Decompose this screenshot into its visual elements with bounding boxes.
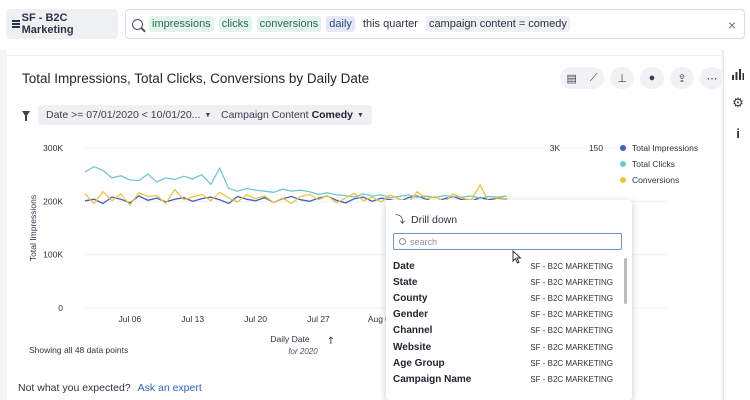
column-name: State	[393, 276, 418, 288]
filter-label: Campaign Content	[221, 109, 309, 121]
column-source: SF - B2C MARKETING	[530, 326, 613, 336]
search-token[interactable]: this quarter	[360, 16, 421, 32]
column-list: Date SF - B2C MARKETING State SF - B2C MARK…	[393, 258, 619, 388]
menu-icon	[12, 19, 20, 30]
data-source-label: SF - B2C Marketing	[21, 12, 74, 36]
column-name: Date	[393, 260, 415, 272]
more-icon[interactable]: ⋯	[700, 67, 724, 89]
conversions-axis-label: 150	[589, 143, 603, 153]
data-points-note: Showing all 48 data points	[29, 345, 128, 355]
search-token[interactable]: daily	[326, 16, 355, 32]
chart-icon[interactable]	[730, 66, 746, 82]
series-line-total-clicks	[84, 165, 508, 199]
drill-search[interactable]	[393, 233, 622, 250]
drill-search-input[interactable]	[410, 236, 610, 247]
column-source: SF - B2C MARKETING	[530, 277, 613, 287]
drill-arrow-icon: ⤵	[395, 215, 405, 226]
info-icon[interactable]: i	[730, 125, 746, 141]
clear-search-icon[interactable]: ×	[728, 17, 736, 33]
feedback-row: Not what you expected? Ask an expert	[18, 382, 202, 394]
right-rail: ⚙ i	[723, 50, 750, 400]
legend-marker	[620, 177, 626, 183]
column-option[interactable]: Date SF - B2C MARKETING	[393, 258, 619, 274]
column-name: Gender	[393, 309, 429, 321]
column-name: Website	[393, 341, 432, 353]
x-tick-label: Jul 27	[307, 314, 330, 324]
column-source: SF - B2C MARKETING	[530, 261, 613, 271]
gear-icon[interactable]: ⚙	[730, 95, 746, 111]
y-tick-label: 100K	[43, 250, 63, 260]
column-source: SF - B2C MARKETING	[530, 293, 613, 303]
column-name: Channel	[393, 325, 433, 337]
feedback-question: Not what you expected?	[18, 382, 131, 394]
drill-down-menu: ⤵Drill down DateSF - B2C MARKETINGStateS…	[386, 200, 632, 400]
sort-arrow-icon[interactable]: ↑	[327, 336, 335, 347]
search-token[interactable]: campaign content = comedy	[425, 16, 570, 32]
chart-title: Total Impressions, Total Clicks, Convers…	[22, 71, 370, 86]
search-token[interactable]: clicks	[218, 16, 252, 32]
column-option[interactable]: Channel SF - B2C MARKETING	[393, 323, 619, 339]
column-name: Age Group	[393, 357, 445, 369]
column-option[interactable]: Age Group SF - B2C MARKETING	[393, 355, 619, 371]
x-axis-subtitle: for 2020	[288, 347, 318, 356]
filter-label: Date >= 07/01/2020 < 10/01/20...	[46, 109, 201, 121]
column-option[interactable]: County SF - B2C MARKETING	[393, 290, 619, 306]
table-icon[interactable]: ▤	[566, 72, 576, 85]
column-option[interactable]: Campaign Name SF - B2C MARKETING	[393, 371, 619, 387]
share-icon[interactable]: ⇪	[670, 67, 694, 89]
line-chart-icon[interactable]: ⟋	[590, 72, 598, 85]
pin-icon[interactable]: ⊥	[610, 67, 634, 89]
column-source: SF - B2C MARKETING	[530, 358, 613, 368]
x-axis-title: Daily Date	[270, 334, 309, 344]
legend-marker	[620, 161, 626, 167]
scrollbar[interactable]	[624, 258, 627, 304]
search-input[interactable]: impressions clicks conversions daily thi…	[125, 9, 745, 39]
mouse-cursor-icon	[512, 250, 522, 264]
legend-label: Total Clicks	[632, 159, 675, 169]
x-tick-label: Jul 20	[244, 314, 267, 324]
column-option[interactable]: Gender SF - B2C MARKETING	[393, 307, 619, 323]
chevron-down-icon: ▼	[204, 111, 212, 119]
column-option[interactable]: State SF - B2C MARKETING	[393, 274, 619, 290]
lightbulb-icon[interactable]: ●	[640, 67, 664, 89]
column-source: SF - B2C MARKETING	[530, 310, 613, 320]
column-name: County	[393, 292, 428, 304]
drill-down-option[interactable]: ⤵ Drill down	[395, 211, 457, 226]
date-filter-chip[interactable]: Date >= 07/01/2020 < 10/01/20... ▼	[38, 105, 220, 125]
y-tick-label: 200K	[43, 196, 63, 206]
filter-value: Comedy	[311, 109, 353, 121]
legend-label: Conversions	[632, 175, 679, 185]
column-option[interactable]: Website SF - B2C MARKETING	[393, 339, 619, 355]
search-icon	[399, 238, 406, 245]
clicks-axis-label: 3K	[550, 143, 561, 153]
y-tick-label: 300K	[43, 143, 63, 153]
left-gutter	[0, 50, 7, 400]
legend-label: Total Impressions	[632, 143, 698, 153]
column-source: SF - B2C MARKETING	[530, 374, 613, 384]
search-token[interactable]: impressions	[149, 16, 214, 32]
y-tick-label: 0	[58, 303, 63, 313]
filter-icon	[22, 111, 30, 121]
chevron-down-icon: ▼	[357, 111, 364, 119]
column-name: Campaign Name	[393, 373, 472, 385]
top-search-bar: SF - B2C Marketing impressions clicks co…	[0, 0, 750, 50]
x-tick-label: Jul 13	[181, 314, 204, 324]
search-icon	[132, 18, 143, 30]
drill-down-label: Drill down	[411, 214, 458, 226]
search-token[interactable]: conversions	[256, 16, 322, 32]
view-toggle[interactable]: ▤ ⟋	[560, 67, 604, 89]
column-source: SF - B2C MARKETING	[530, 342, 613, 352]
data-source-selector[interactable]: SF - B2C Marketing	[6, 9, 118, 39]
y-axis-title: Total Impressions	[28, 195, 38, 261]
x-tick-label: Jul 06	[119, 314, 142, 324]
campaign-filter-chip[interactable]: Campaign Content Comedy ▼	[213, 105, 372, 125]
chart-toolbar: ▤ ⟋ ⊥ ● ⇪ ⋯	[560, 67, 730, 89]
ask-expert-link[interactable]: Ask an expert	[138, 382, 202, 394]
legend-marker	[620, 145, 626, 151]
